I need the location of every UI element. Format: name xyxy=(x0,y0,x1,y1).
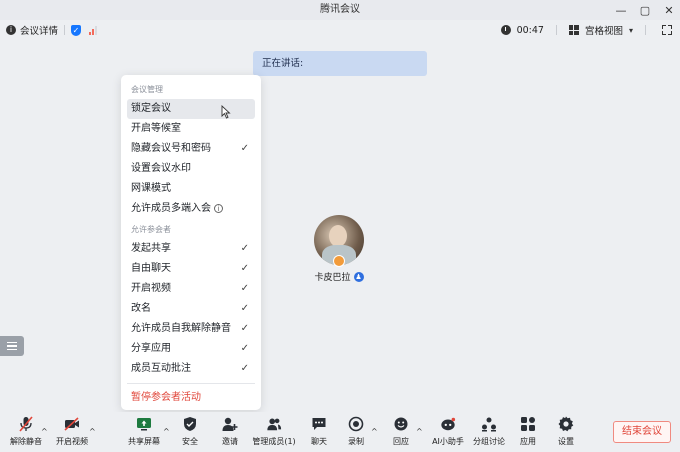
window-title: 腾讯会议 xyxy=(320,4,360,15)
speaking-indicator: 正在讲话: xyxy=(253,51,427,76)
end-meeting-button[interactable]: 结束会议 xyxy=(613,421,671,443)
menu-item-pause-activity[interactable]: 暂停参会者活动 xyxy=(127,388,255,408)
breakout-button[interactable]: 分组讨论 xyxy=(472,416,506,447)
divider xyxy=(64,25,66,35)
members-icon xyxy=(266,416,282,432)
chat-icon xyxy=(311,416,327,432)
smile-icon xyxy=(393,416,409,432)
unmute-button[interactable]: 解除静音 xyxy=(8,416,44,447)
check-icon: ✓ xyxy=(240,323,249,334)
invite-button[interactable]: 邀请 xyxy=(216,416,244,447)
title-bar: 腾讯会议 — ▢ ✕ xyxy=(0,0,680,20)
chevron-up-icon[interactable]: ^ xyxy=(371,427,378,436)
ai-assistant-button[interactable]: AI小助手 xyxy=(429,416,467,447)
check-icon: ✓ xyxy=(240,143,249,154)
apps-button[interactable]: 应用 xyxy=(515,416,541,447)
manage-members-button[interactable]: 管理成员(1) xyxy=(251,416,297,447)
participant-name-row: 卡皮巴拉 ♟ xyxy=(309,270,369,283)
member-list-toggle[interactable] xyxy=(0,336,24,356)
chevron-up-icon[interactable]: ^ xyxy=(163,427,170,436)
menu-item-allow-share[interactable]: 发起共享 ✓ xyxy=(127,239,255,259)
share-screen-icon xyxy=(136,416,152,432)
security-menu: 会议管理 锁定会议 开启等候室 隐藏会议号和密码 ✓ 设置会议水印 网课模式 允许… xyxy=(121,75,261,410)
menu-item-class-mode[interactable]: 网课模式 xyxy=(127,179,255,199)
menu-item-lock-meeting[interactable]: 锁定会议 xyxy=(127,99,255,119)
participant-name: 卡皮巴拉 xyxy=(314,273,351,283)
check-icon: ✓ xyxy=(240,263,249,274)
chevron-down-icon[interactable]: ▾ xyxy=(629,26,633,35)
menu-divider xyxy=(127,383,255,384)
start-video-button[interactable]: 开启视频 xyxy=(54,416,90,447)
menu-item-allow-self-unmute[interactable]: 允许成员自我解除静音 ✓ xyxy=(127,319,255,339)
shield-icon[interactable]: ✓ xyxy=(71,24,82,36)
divider xyxy=(645,25,646,35)
breakout-icon xyxy=(481,416,497,432)
menu-item-allow-share-apps[interactable]: 分享应用 ✓ xyxy=(127,339,255,359)
record-button[interactable]: 录制 xyxy=(343,416,369,447)
menu-item-allow-annotation[interactable]: 成员互动批注 ✓ xyxy=(127,359,255,379)
view-mode-label[interactable]: 宫格视图 xyxy=(585,23,623,37)
menu-section-manage: 会议管理 xyxy=(131,85,163,94)
window-controls: — ▢ ✕ xyxy=(616,0,674,20)
close-icon[interactable]: ✕ xyxy=(664,4,674,17)
menu-item-allow-rename[interactable]: 改名 ✓ xyxy=(127,299,255,319)
mic-muted-icon xyxy=(18,416,34,432)
menu-item-waiting-room[interactable]: 开启等候室 xyxy=(127,119,255,139)
check-icon: ✓ xyxy=(240,283,249,294)
reactions-button[interactable]: 回应 xyxy=(388,416,414,447)
menu-item-hide-meeting-id[interactable]: 隐藏会议号和密码 ✓ xyxy=(127,139,255,159)
menu-item-allow-chat[interactable]: 自由聊天 ✓ xyxy=(127,259,255,279)
settings-button[interactable]: 设置 xyxy=(553,416,579,447)
fullscreen-icon[interactable] xyxy=(662,25,672,35)
chat-button[interactable]: 聊天 xyxy=(306,416,332,447)
gear-icon xyxy=(558,416,574,432)
divider xyxy=(555,25,557,35)
topbar-right: 00:47 宫格视图 ▾ xyxy=(500,20,672,40)
meeting-topbar: i 会议详情 ✓ 00:47 宫格视图 ▾ xyxy=(0,20,680,40)
check-icon: ✓ xyxy=(240,343,249,354)
menu-section-allow: 允许参会者 xyxy=(131,225,171,234)
chevron-up-icon[interactable]: ^ xyxy=(416,427,423,436)
mouse-cursor-icon xyxy=(221,105,231,119)
maximize-icon[interactable]: ▢ xyxy=(640,4,650,17)
minimize-icon[interactable]: — xyxy=(616,4,627,17)
clock-icon xyxy=(500,25,511,35)
grid-view-icon[interactable] xyxy=(568,25,579,35)
record-icon xyxy=(348,416,364,432)
signal-icon[interactable] xyxy=(89,25,98,35)
shield-icon xyxy=(182,416,198,432)
participant-tile[interactable]: 卡皮巴拉 ♟ xyxy=(314,215,364,283)
menu-item-allow-video[interactable]: 开启视频 ✓ xyxy=(127,279,255,299)
info-icon[interactable]: i xyxy=(214,203,223,213)
ai-assistant-icon xyxy=(440,416,456,432)
menu-item-watermark[interactable]: 设置会议水印 xyxy=(127,159,255,179)
menu-item-multi-device[interactable]: 允许成员多端入会 i xyxy=(127,199,255,219)
security-button[interactable]: 安全 xyxy=(176,416,204,447)
host-icon: ♟ xyxy=(353,271,364,282)
meeting-details-button[interactable]: i 会议详情 xyxy=(6,23,58,37)
user-badge-icon xyxy=(333,255,345,267)
meeting-toolbar: 解除静音 ^ 开启视频 ^ 共享屏幕 ^ 安全 邀请 管理成员(1) 聊天 录制… xyxy=(0,412,680,452)
chevron-up-icon[interactable]: ^ xyxy=(89,427,96,436)
meeting-details-label: 会议详情 xyxy=(20,26,59,37)
share-screen-button[interactable]: 共享屏幕 xyxy=(125,416,163,447)
info-icon: i xyxy=(6,25,16,35)
apps-icon xyxy=(520,416,536,432)
chevron-up-icon[interactable]: ^ xyxy=(41,427,48,436)
camera-off-icon xyxy=(64,416,80,432)
add-user-icon xyxy=(222,416,238,432)
check-icon: ✓ xyxy=(240,243,249,254)
meeting-timer: 00:47 xyxy=(516,24,544,36)
check-icon: ✓ xyxy=(240,363,249,374)
check-icon: ✓ xyxy=(240,303,249,314)
